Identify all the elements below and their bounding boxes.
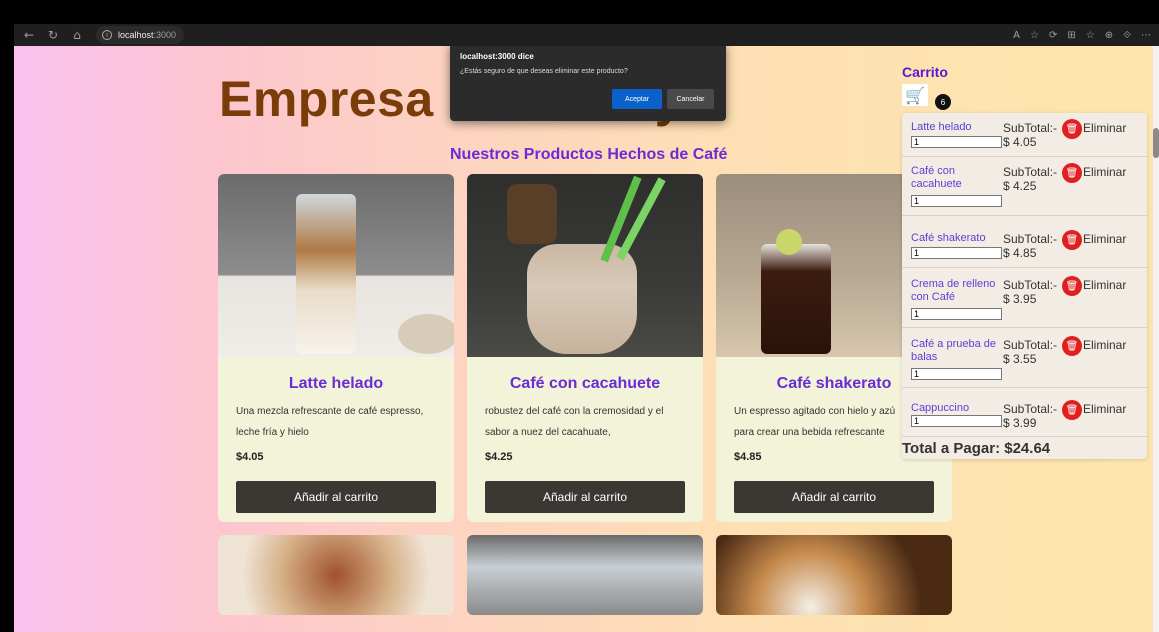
cart-item-name: Crema de relleno con Café bbox=[911, 278, 996, 303]
cart-item-name: Cappuccino bbox=[911, 402, 970, 414]
url-host: localhost bbox=[118, 30, 154, 40]
delete-button[interactable]: Eliminar bbox=[1083, 165, 1126, 179]
cart-item: Latte helado 1 SubTotal:- $ 4.05 🗑 Elimi… bbox=[902, 113, 1147, 157]
subtotal-value: $ 4.25 bbox=[1003, 179, 1037, 193]
trash-icon[interactable]: 🗑 bbox=[1062, 336, 1082, 356]
add-to-cart-button[interactable]: Añadir al carrito bbox=[236, 481, 436, 513]
subtotal-value: $ 3.95 bbox=[1003, 292, 1037, 306]
quantity-input[interactable]: 1 bbox=[911, 368, 1002, 380]
subtotal-value: $ 3.99 bbox=[1003, 416, 1037, 430]
product-image-partial bbox=[716, 535, 952, 615]
cart-total: Total a Pagar: $24.64 bbox=[902, 440, 1051, 457]
quantity-input[interactable]: 1 bbox=[911, 247, 1002, 259]
confirm-dialog: localhost:3000 dice ¿Estás seguro de que… bbox=[450, 46, 726, 121]
url-port: :3000 bbox=[153, 30, 177, 40]
subtotal-label: SubTotal:- bbox=[1003, 278, 1058, 292]
product-name: Latte helado bbox=[288, 375, 384, 392]
quantity-input[interactable]: 1 bbox=[911, 308, 1002, 320]
subtotal-value: $ 4.85 bbox=[1003, 246, 1037, 260]
favorite-icon[interactable]: ☆ bbox=[1030, 30, 1039, 41]
subtotal-value: $ 3.55 bbox=[1003, 352, 1037, 366]
product-description: robustez del café con la cremosidad y el… bbox=[485, 406, 664, 438]
product-image-partial bbox=[218, 535, 454, 615]
subtotal-value: $ 4.05 bbox=[1003, 135, 1037, 149]
page-viewport: Empresa Cya Nuestros Productos Hechos de… bbox=[14, 46, 1153, 632]
trash-icon[interactable]: 🗑 bbox=[1062, 119, 1082, 139]
product-image-latte bbox=[218, 174, 454, 357]
add-to-cart-button[interactable]: Añadir al carrito bbox=[485, 481, 685, 513]
collections-icon[interactable]: ⊕ bbox=[1105, 30, 1113, 41]
browser-toolbar: ← ↻ ⌂ i localhost:3000 A ☆ ⟳ ⊞ ☆ ⊕ ⟐ ⋯ bbox=[14, 24, 1159, 46]
product-card: Café con cacahuete robustez del café con… bbox=[467, 174, 703, 522]
split-screen-icon[interactable]: ⊞ bbox=[1067, 30, 1075, 41]
more-icon[interactable]: ⋯ bbox=[1141, 30, 1151, 41]
cart-item: Café a prueba de balas 1 SubTotal:- $ 3.… bbox=[902, 328, 1147, 388]
extensions-icon[interactable]: ⟐ bbox=[1123, 30, 1131, 41]
subtotal-label: SubTotal:- bbox=[1003, 121, 1058, 135]
cart-item-name: Café con cacahuete bbox=[911, 165, 962, 190]
favorites-bar-icon[interactable]: ☆ bbox=[1086, 30, 1095, 41]
trash-icon[interactable]: 🗑 bbox=[1062, 400, 1082, 420]
quantity-input[interactable]: 1 bbox=[911, 195, 1002, 207]
trash-icon[interactable]: 🗑 bbox=[1062, 230, 1082, 250]
product-price: $4.05 bbox=[236, 451, 264, 463]
accept-button[interactable]: Aceptar bbox=[612, 89, 662, 109]
delete-button[interactable]: Eliminar bbox=[1083, 278, 1126, 292]
product-description: Una mezcla refrescante de café espresso,… bbox=[236, 406, 424, 438]
refresh-extension-icon[interactable]: ⟳ bbox=[1049, 30, 1057, 41]
cart-item: Cappuccino 1 SubTotal:- $ 3.99 🗑 Elimina… bbox=[902, 388, 1147, 437]
product-card: Latte helado Una mezcla refrescante de c… bbox=[218, 174, 454, 522]
dialog-message: ¿Estás seguro de que deseas eliminar est… bbox=[460, 68, 628, 75]
subtotal-label: SubTotal:- bbox=[1003, 165, 1058, 179]
cart-item: Crema de relleno con Café 1 SubTotal:- $… bbox=[902, 268, 1147, 328]
cart-item-name: Café shakerato bbox=[911, 232, 986, 244]
delete-button[interactable]: Eliminar bbox=[1083, 121, 1126, 135]
browser-actions: A ☆ ⟳ ⊞ ☆ ⊕ ⟐ ⋯ bbox=[1013, 30, 1159, 41]
trash-icon[interactable]: 🗑 bbox=[1062, 163, 1082, 183]
dialog-title: localhost:3000 dice bbox=[460, 52, 534, 61]
read-aloud-icon[interactable]: A bbox=[1013, 30, 1020, 41]
product-image-partial bbox=[467, 535, 703, 615]
info-icon[interactable]: i bbox=[102, 30, 112, 40]
subtotal-label: SubTotal:- bbox=[1003, 232, 1058, 246]
subtotal-label: SubTotal:- bbox=[1003, 402, 1058, 416]
cart-count-badge: 6 bbox=[935, 94, 951, 110]
scrollbar-thumb[interactable] bbox=[1153, 128, 1159, 158]
cart-item-name: Café a prueba de balas bbox=[911, 338, 997, 363]
cart-icon[interactable]: 🛒 bbox=[902, 84, 928, 106]
cart-item: Café shakerato 1 SubTotal:- $ 4.85 🗑 Eli… bbox=[902, 216, 1147, 268]
reload-icon[interactable]: ↻ bbox=[44, 28, 62, 42]
products-heading: Nuestros Productos Hechos de Café bbox=[450, 146, 728, 163]
home-icon[interactable]: ⌂ bbox=[68, 28, 86, 42]
cancel-button[interactable]: Cancelar bbox=[667, 89, 714, 109]
address-bar[interactable]: i localhost:3000 bbox=[96, 26, 184, 44]
back-icon[interactable]: ← bbox=[20, 28, 38, 42]
product-name: Café con cacahuete bbox=[509, 375, 661, 392]
add-to-cart-button[interactable]: Añadir al carrito bbox=[734, 481, 934, 513]
delete-button[interactable]: Eliminar bbox=[1083, 338, 1126, 352]
quantity-input[interactable]: 1 bbox=[911, 136, 1002, 148]
delete-button[interactable]: Eliminar bbox=[1083, 232, 1126, 246]
product-price: $4.25 bbox=[485, 451, 513, 463]
cart-title: Carrito bbox=[902, 64, 948, 80]
cart-panel: Latte helado 1 SubTotal:- $ 4.05 🗑 Elimi… bbox=[902, 113, 1147, 459]
window-top-edge bbox=[0, 0, 1159, 10]
cart-item-name: Latte helado bbox=[911, 121, 972, 133]
delete-button[interactable]: Eliminar bbox=[1083, 402, 1126, 416]
quantity-input[interactable]: 1 bbox=[911, 415, 1002, 427]
subtotal-label: SubTotal:- bbox=[1003, 338, 1058, 352]
cart-item: Café con cacahuete 1 SubTotal:- $ 4.25 🗑… bbox=[902, 157, 1147, 216]
product-image-peanut-coffee bbox=[467, 174, 703, 357]
trash-icon[interactable]: 🗑 bbox=[1062, 276, 1082, 296]
